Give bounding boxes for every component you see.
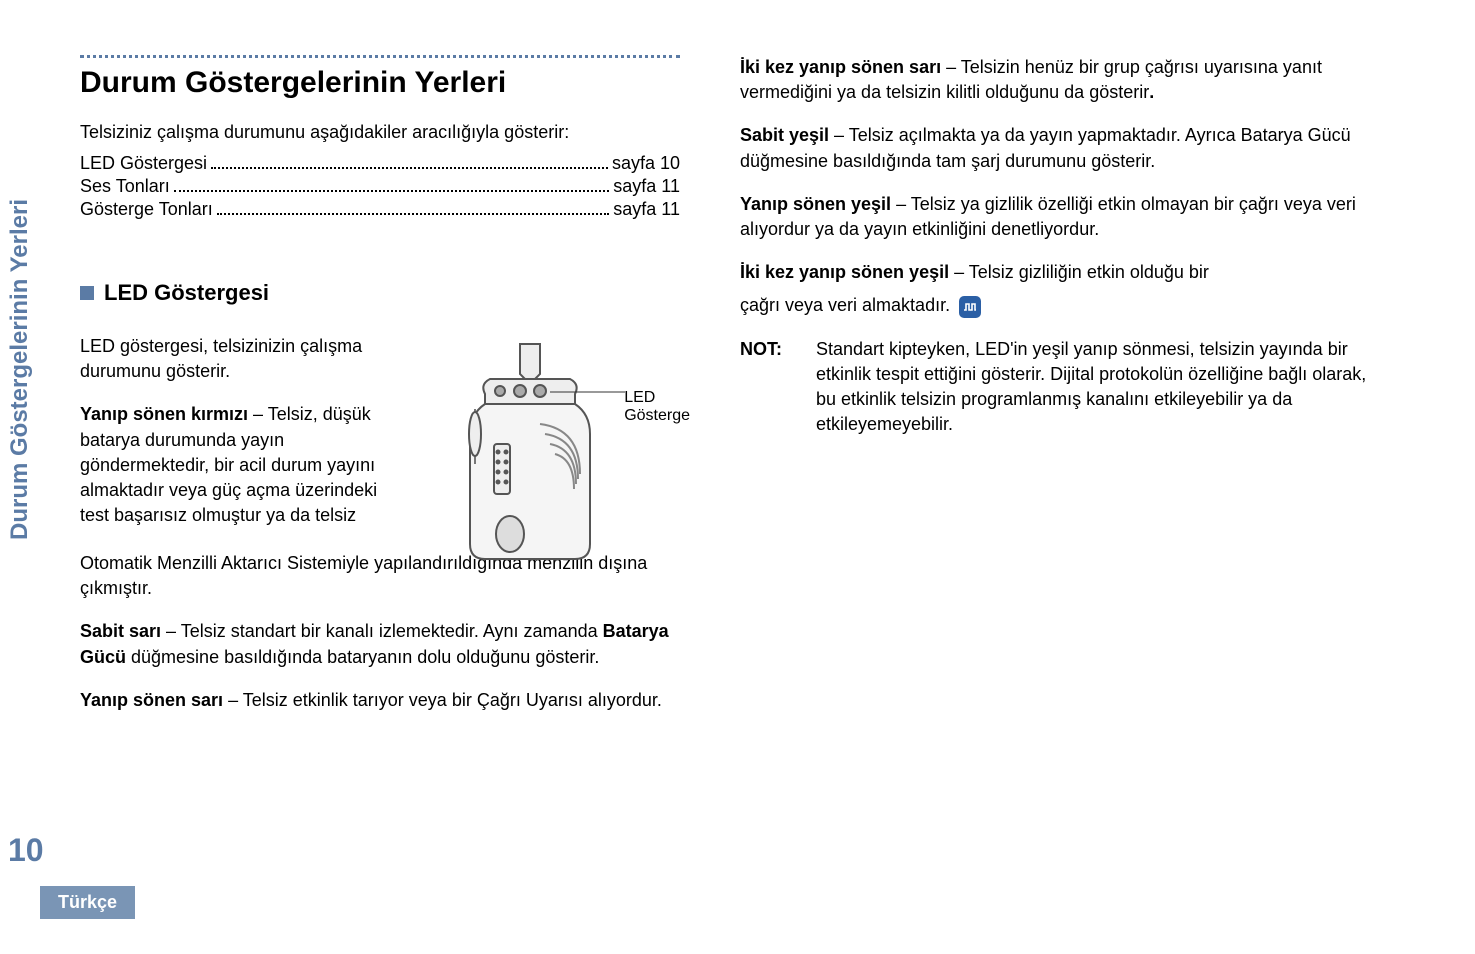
page-number: 10 — [8, 832, 44, 869]
radio-svg-icon — [430, 334, 630, 564]
toc-label: Ses Tonları — [80, 176, 170, 197]
main-heading: Durum Göstergelerinin Yerleri — [80, 66, 680, 100]
body-blink-yellow: – Telsiz etkinlik tarıyor veya bir Çağrı… — [223, 690, 662, 710]
label-blink-red: Yanıp sönen kırmızı — [80, 404, 248, 424]
label-blink-green: Yanıp sönen yeşil — [740, 194, 891, 214]
label-solid-green: Sabit yeşil — [740, 125, 829, 145]
toc-dots — [217, 213, 610, 215]
callout-line2: Gösterge — [624, 407, 690, 424]
para-blink-green: Yanıp sönen yeşil – Telsiz ya gizlilik ö… — [740, 192, 1380, 242]
label-dbl-yellow: İki kez yanıp sönen sarı — [740, 57, 941, 77]
para-dbl-green-2: çağrı veya veri almaktadır. — [740, 293, 1380, 318]
label-solid-yellow: Sabit sarı — [80, 621, 161, 641]
led-callout: LED Gösterge — [624, 389, 690, 424]
intro-text: Telsiziniz çalışma durumunu aşağıdakiler… — [80, 122, 680, 143]
section-rule — [80, 55, 680, 58]
toc-label: Gösterge Tonları — [80, 199, 213, 220]
body-dbl-green-1: – Telsiz gizliliğin etkin olduğu bir — [949, 262, 1209, 282]
para-solid-yellow: Sabit sarı – Telsiz standart bir kanalı … — [80, 619, 680, 669]
main-content: Durum Göstergelerinin Yerleri Telsiziniz… — [80, 55, 1430, 731]
label-blink-yellow: Yanıp sönen sarı — [80, 690, 223, 710]
toc-dots — [174, 190, 610, 192]
toc-row: Ses Tonları sayfa 11 — [80, 176, 680, 197]
body-solid-yellow-3: düğmesine basıldığında bataryanın dolu o… — [126, 647, 599, 667]
note-label: NOT: — [740, 337, 788, 438]
footer-language: Türkçe — [40, 886, 135, 919]
right-column: İki kez yanıp sönen sarı – Telsizin henü… — [740, 55, 1380, 731]
para-dbl-yellow: İki kez yanıp sönen sarı – Telsizin henü… — [740, 55, 1380, 105]
body-dbl-green-2: çağrı veya veri almaktadır. — [740, 295, 950, 315]
note-body: Standart kipteyken, LED'in yeşil yanıp s… — [816, 337, 1380, 438]
toc-page: sayfa 11 — [613, 176, 680, 197]
toc-dots — [211, 167, 608, 169]
digital-wave-icon — [959, 296, 981, 318]
label-dbl-green: İki kez yanıp sönen yeşil — [740, 262, 949, 282]
led-section: LED göstergesi, telsizinizin çalışma dur… — [80, 334, 680, 569]
toc-page: sayfa 10 — [612, 153, 680, 174]
heading-bullet-icon — [80, 286, 94, 300]
para-solid-green: Sabit yeşil – Telsiz açılmakta ya da yay… — [740, 123, 1380, 173]
end-dbl-yellow: . — [1149, 82, 1154, 102]
toc-label: LED Göstergesi — [80, 153, 207, 174]
sidebar: Durum Göstergelerinin Yerleri 10 — [0, 0, 50, 954]
sidebar-vertical-title: Durum Göstergelerinin Yerleri — [6, 199, 34, 540]
left-column: Durum Göstergelerinin Yerleri Telsiziniz… — [80, 55, 680, 731]
note-block: NOT: Standart kipteyken, LED'in yeşil ya… — [740, 337, 1380, 438]
toc-page: sayfa 11 — [613, 199, 680, 220]
toc-row: LED Göstergesi sayfa 10 — [80, 153, 680, 174]
radio-illustration: LED Gösterge — [430, 334, 680, 569]
sub-heading-text: LED Göstergesi — [104, 280, 269, 306]
callout-line1: LED — [624, 389, 655, 406]
led-text-block: LED göstergesi, telsizinizin çalışma dur… — [80, 334, 410, 546]
body-solid-green: – Telsiz açılmakta ya da yayın yapmaktad… — [740, 125, 1351, 170]
body-solid-yellow-1: – Telsiz standart bir kanalı izlemektedi… — [161, 621, 603, 641]
toc-row: Gösterge Tonları sayfa 11 — [80, 199, 680, 220]
sub-heading: LED Göstergesi — [80, 280, 680, 306]
para-dbl-green-1: İki kez yanıp sönen yeşil – Telsiz gizli… — [740, 260, 1380, 285]
led-intro: LED göstergesi, telsizinizin çalışma dur… — [80, 334, 410, 384]
para-blink-yellow: Yanıp sönen sarı – Telsiz etkinlik tarıy… — [80, 688, 680, 713]
para-blink-red: Yanıp sönen kırmızı – Telsiz, düşük bata… — [80, 402, 410, 528]
